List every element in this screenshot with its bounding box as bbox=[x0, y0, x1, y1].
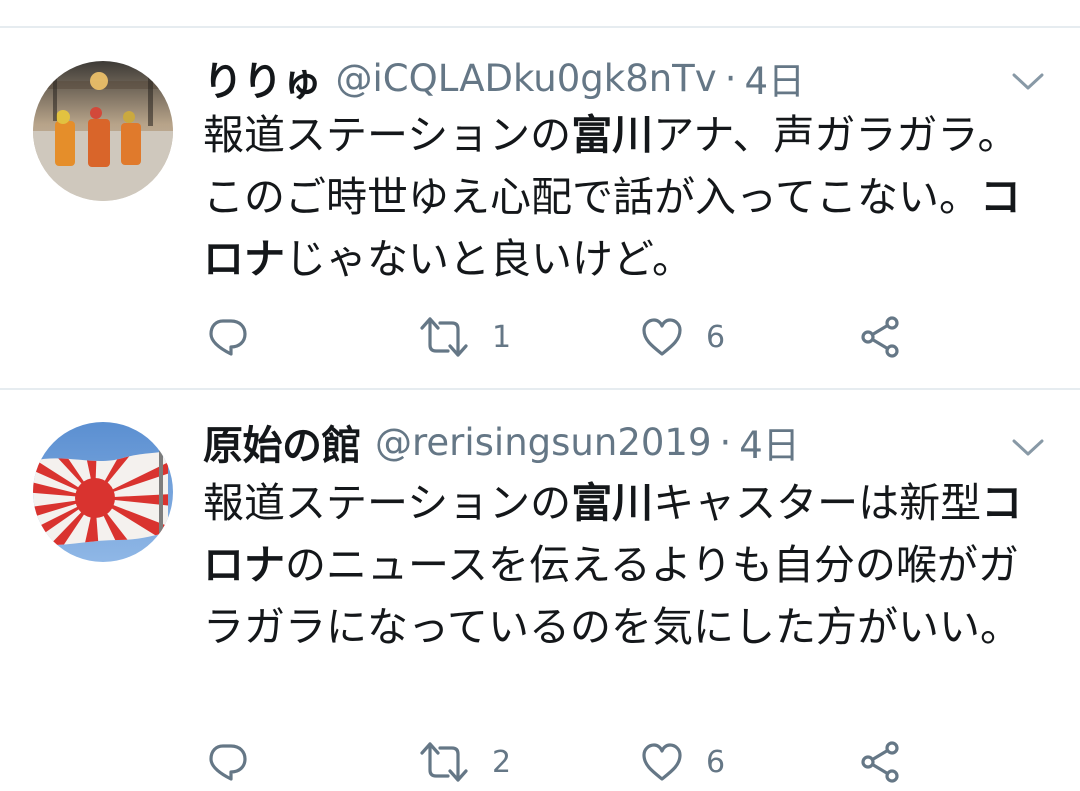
retweet-count: 1 bbox=[492, 319, 512, 355]
separator: · bbox=[719, 420, 732, 464]
display-name[interactable]: りりゅ bbox=[203, 49, 322, 107]
separator: · bbox=[724, 56, 737, 100]
reply-button[interactable] bbox=[205, 740, 271, 784]
action-bar: 1 6 bbox=[0, 315, 1080, 361]
user-handle[interactable]: @rerisingsun2019 bbox=[375, 421, 712, 464]
retweet-button[interactable]: 1 bbox=[418, 315, 511, 359]
like-icon bbox=[642, 743, 682, 781]
reply-icon bbox=[209, 319, 247, 356]
tweet-text: 報道ステーションの富川アナ、声ガラガラ。このご時世ゆえ心配で話が入ってこない。コ… bbox=[203, 104, 1053, 290]
tweet-text-part: のニュースを伝えるよりも自分の喉がガラガラになっているのを気にした方がいい。 bbox=[203, 541, 1021, 651]
tweet-text-part: 報道ステーションの bbox=[203, 111, 572, 159]
action-bar: 2 6 bbox=[0, 740, 1080, 786]
retweet-icon bbox=[420, 742, 468, 782]
display-name[interactable]: 原始の館 bbox=[203, 413, 362, 471]
tweet-text-part: 報道ステーションの bbox=[203, 479, 572, 527]
tweet-header: りりゅ @iCQLADku0gk8nTv · 4日 bbox=[203, 48, 805, 108]
tweet-header: 原始の館 @rerisingsun2019 · 4日 bbox=[203, 412, 800, 472]
reply-button[interactable] bbox=[205, 315, 271, 359]
chevron-down-icon[interactable] bbox=[1010, 436, 1046, 460]
retweet-button[interactable]: 2 bbox=[418, 740, 511, 784]
like-count: 6 bbox=[706, 744, 726, 780]
user-handle[interactable]: @iCQLADku0gk8nTv bbox=[336, 57, 717, 100]
like-button[interactable]: 6 bbox=[640, 740, 725, 784]
tweet-text-part: キャスターは新型 bbox=[653, 479, 982, 527]
retweet-count: 2 bbox=[492, 744, 512, 780]
share-icon bbox=[861, 741, 899, 783]
share-button[interactable] bbox=[858, 740, 902, 784]
like-button[interactable]: 6 bbox=[640, 315, 725, 359]
highlight-term: 富川 bbox=[571, 111, 654, 159]
retweet-icon bbox=[420, 317, 468, 357]
share-button[interactable] bbox=[858, 315, 902, 359]
tweet[interactable]: りりゅ @iCQLADku0gk8nTv · 4日 報道ステーションの富川アナ、… bbox=[0, 0, 1080, 390]
like-count: 6 bbox=[706, 319, 726, 355]
reply-icon bbox=[209, 744, 247, 781]
avatar[interactable] bbox=[33, 61, 173, 201]
timestamp[interactable]: 4日 bbox=[739, 415, 800, 469]
chevron-down-icon[interactable] bbox=[1010, 70, 1046, 94]
highlight-term: 富川 bbox=[571, 479, 654, 527]
like-icon bbox=[642, 318, 682, 356]
share-icon bbox=[861, 316, 899, 358]
avatar[interactable] bbox=[33, 422, 173, 562]
timestamp[interactable]: 4日 bbox=[744, 51, 805, 105]
tweet-text: 報道ステーションの富川キャスターは新型コロナのニュースを伝えるよりも自分の喉がガ… bbox=[203, 472, 1053, 658]
tweet-text-part: じゃないと良いけど。 bbox=[285, 235, 693, 283]
tweet[interactable]: 原始の館 @rerisingsun2019 · 4日 報道ステーションの富川キャ… bbox=[0, 390, 1080, 791]
